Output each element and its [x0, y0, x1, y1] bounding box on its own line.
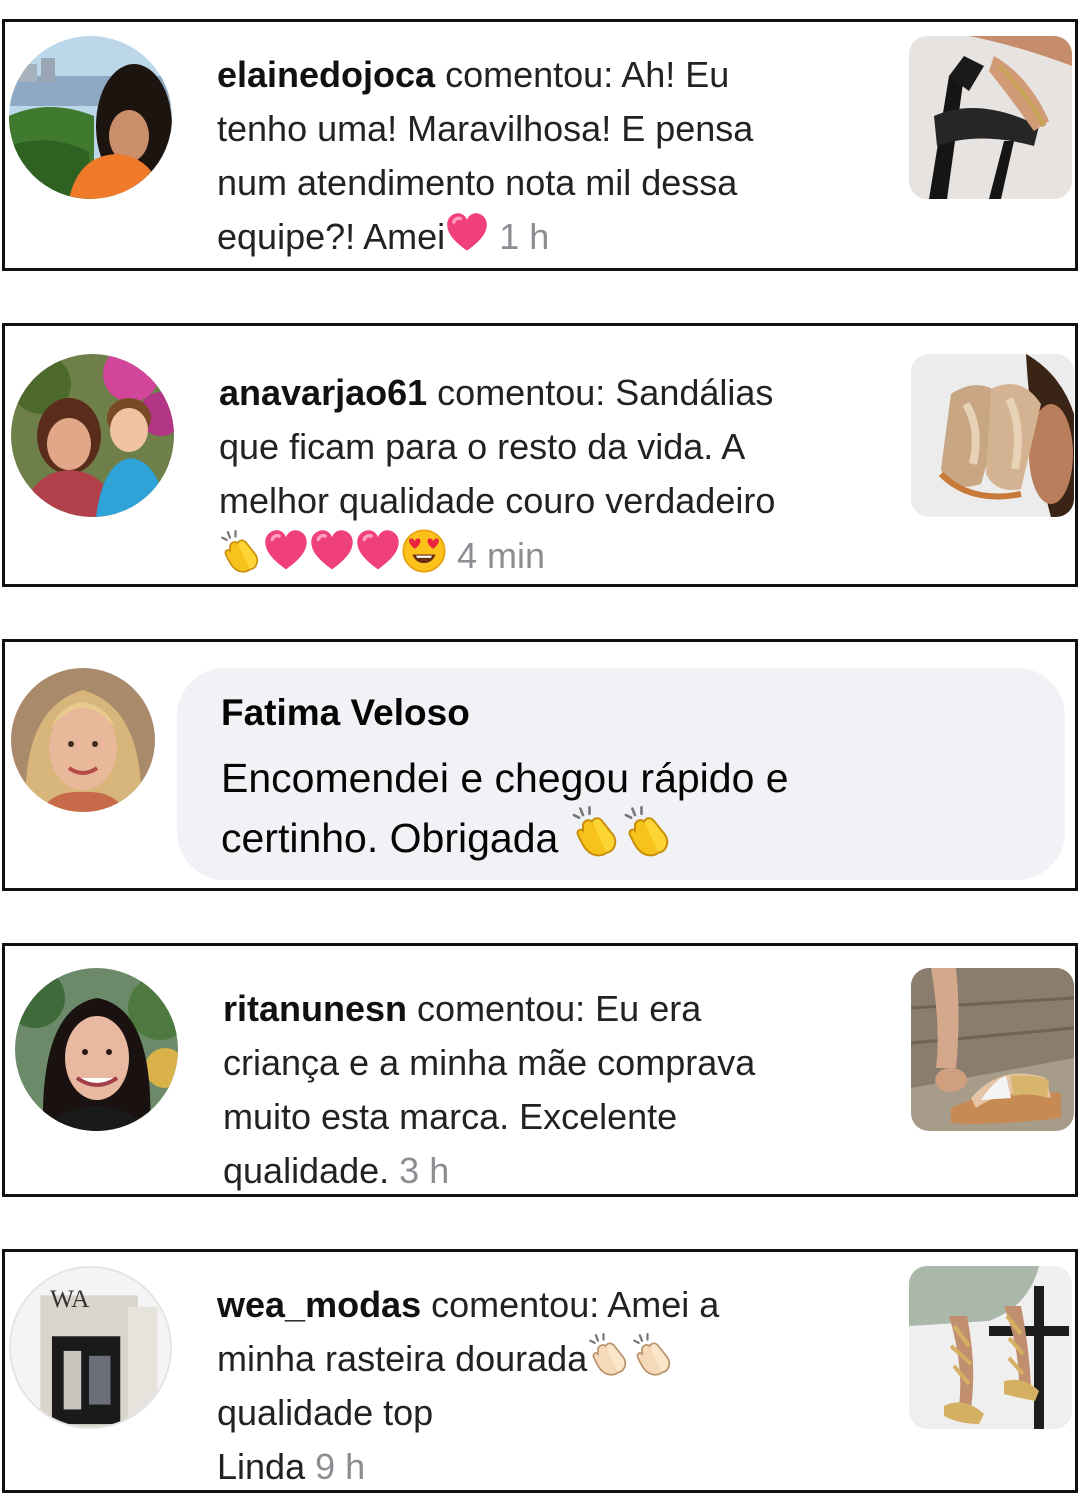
comment-line: Linda: [217, 1446, 306, 1487]
comment-line: minha rasteira dourada: [217, 1338, 588, 1379]
clap-emoji-icon: [570, 806, 622, 858]
comment-text: wea_modas comentou: Amei a minha rasteir…: [217, 1278, 897, 1494]
comment-card: anavarjao61 comentou: Sandálias que fica…: [2, 323, 1078, 587]
comment-verb: comentou:: [445, 54, 614, 95]
comment-line: que ficam para o resto da vida. A: [219, 426, 746, 467]
comment-verb: comentou:: [431, 1284, 600, 1325]
clap-emoji-icon: [631, 1333, 675, 1377]
comment-username[interactable]: elainedojoca: [217, 54, 435, 95]
heart-emoji-icon: [445, 211, 489, 255]
clap-emoji-icon: [219, 530, 263, 574]
avatar-logo-text: WA: [50, 1285, 90, 1313]
product-thumbnail[interactable]: [909, 36, 1072, 199]
comment-card: Fatima Veloso Encomendei e chegou rápido…: [2, 639, 1078, 891]
comment-time[interactable]: 9 h: [315, 1446, 365, 1487]
commenter-name[interactable]: Fatima Veloso: [221, 692, 470, 734]
avatar[interactable]: [9, 36, 172, 199]
clap-emoji-icon: [622, 806, 674, 858]
comment-verb: comentou:: [437, 372, 606, 413]
heart-emoji-icon: [309, 528, 355, 574]
comment-username[interactable]: ritanunesn: [223, 988, 407, 1029]
comment-line: muito esta marca. Excelente: [223, 1096, 678, 1137]
comment-card: WA wea_modas comentou: Amei a minha rast…: [2, 1249, 1078, 1493]
comment-time[interactable]: 3 h: [399, 1150, 449, 1191]
comment-line: Sandálias: [615, 372, 774, 413]
comment-line: Amei a: [607, 1284, 720, 1325]
comment-text: elainedojoca comentou: Ah! Eu tenho uma!…: [217, 48, 897, 264]
comment-card: ritanunesn comentou: Eu era criança e a …: [2, 943, 1078, 1197]
comment-text: Encomendei e chegou rápido e certinho. O…: [221, 750, 1041, 866]
product-thumbnail[interactable]: [911, 354, 1074, 517]
comment-line: Eu era: [595, 988, 702, 1029]
heart-emoji-icon: [355, 528, 401, 574]
avatar[interactable]: WA: [9, 1266, 172, 1429]
comment-bubble: Fatima Veloso Encomendei e chegou rápido…: [177, 668, 1065, 880]
comment-line: qualidade.: [223, 1150, 390, 1191]
comment-text: anavarjao61 comentou: Sandálias que fica…: [219, 366, 899, 583]
comment-time[interactable]: 1 h: [499, 216, 549, 257]
comment-username[interactable]: wea_modas: [217, 1284, 421, 1325]
comment-line: criança e a minha mãe comprava: [223, 1042, 756, 1083]
clap-emoji-icon: [587, 1333, 631, 1377]
comment-line: num atendimento nota mil dessa: [217, 162, 738, 203]
comment-line: Ah! Eu: [621, 54, 730, 95]
avatar[interactable]: [15, 968, 178, 1131]
comment-text: ritanunesn comentou: Eu era criança e a …: [223, 982, 903, 1198]
heart-emoji-icon: [263, 528, 309, 574]
heart-eyes-emoji-icon: [401, 528, 447, 574]
comment-username[interactable]: anavarjao61: [219, 372, 427, 413]
comment-line: certinho. Obrigada: [221, 815, 559, 861]
comment-line: Encomendei e chegou rápido e: [221, 755, 789, 801]
avatar[interactable]: [11, 354, 174, 517]
avatar[interactable]: [11, 668, 155, 812]
product-thumbnail[interactable]: [911, 968, 1074, 1131]
comment-card: elainedojoca comentou: Ah! Eu tenho uma!…: [2, 19, 1078, 271]
comment-line: melhor qualidade couro verdadeiro: [219, 480, 776, 521]
comment-line: equipe?! Amei: [217, 216, 446, 257]
comment-line: tenho uma! Maravilhosa! E pensa: [217, 108, 754, 149]
comment-line: qualidade top: [217, 1392, 434, 1433]
product-thumbnail[interactable]: [909, 1266, 1072, 1429]
comment-time[interactable]: 4 min: [457, 535, 545, 576]
comment-verb: comentou:: [417, 988, 586, 1029]
